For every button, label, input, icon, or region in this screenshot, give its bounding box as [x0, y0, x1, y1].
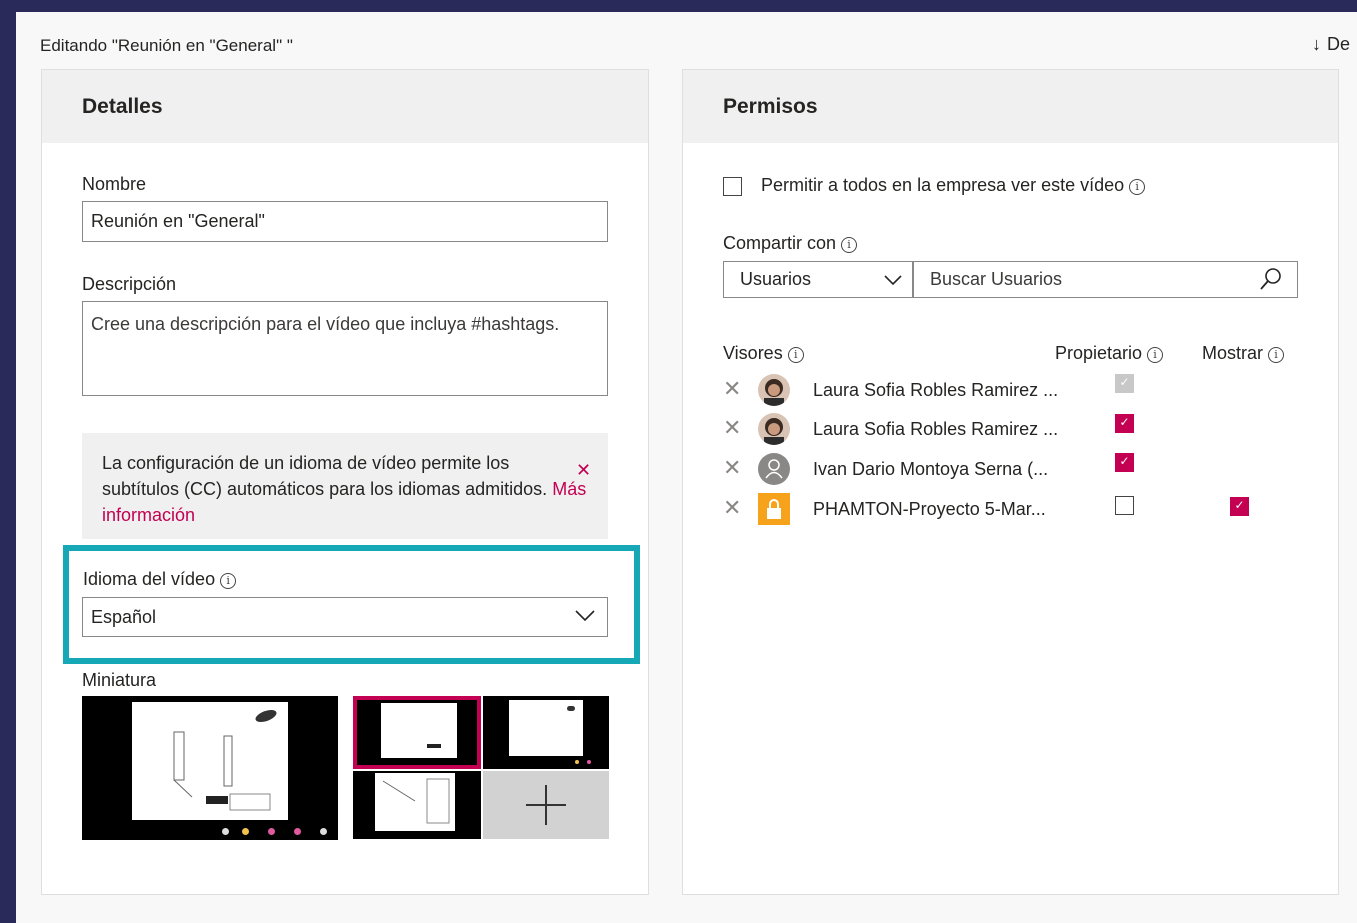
info-icon[interactable]: i [841, 237, 858, 253]
remove-viewer-icon[interactable]: ✕ [723, 457, 741, 479]
search-placeholder: Buscar Usuarios [930, 269, 1063, 289]
info-icon[interactable]: i [220, 573, 237, 589]
viewer-row: ✕ Laura Sofia Robles Ramirez ... ✓ [723, 369, 1303, 407]
language-notice: La configuración de un idioma de vídeo p… [82, 433, 608, 539]
allow-all-checkbox[interactable] [723, 177, 742, 196]
download-button[interactable]: ↓ De [1312, 34, 1350, 55]
thumbnail-label: Miniatura [82, 670, 157, 690]
show-header: Mostrar i [1202, 343, 1285, 364]
download-icon: ↓ [1312, 34, 1321, 54]
person-icon [758, 453, 790, 485]
thumbnail-option-2[interactable] [483, 696, 609, 769]
chevron-down-icon [575, 610, 595, 622]
share-type-select[interactable]: Usuarios [723, 261, 913, 298]
viewer-row: ✕ Ivan Dario Montoya Serna (... ✓ [723, 448, 1303, 486]
edit-video-page: Editando "Reunión en "General" " ↓ De Det… [16, 12, 1357, 923]
language-select[interactable]: Español [82, 597, 608, 637]
remove-viewer-icon[interactable]: ✕ [723, 417, 741, 439]
viewer-row: ✕ PHAMTON-Proyecto 5-Mar... ✓ [723, 488, 1303, 526]
thumbnail-option-3[interactable] [353, 771, 481, 839]
share-with-label: Compartir con i [723, 233, 858, 254]
owner-checkbox: ✓ [1115, 374, 1134, 393]
show-checkbox[interactable]: ✓ [1230, 497, 1249, 516]
remove-viewer-icon[interactable]: ✕ [723, 378, 741, 400]
allow-all-label: Permitir a todos en la empresa ver este … [761, 175, 1146, 196]
permissions-panel: Permisos Permitir a todos en la empresa … [682, 69, 1339, 895]
share-type-value: Usuarios [740, 269, 812, 289]
language-value: Español [91, 607, 157, 627]
download-label: De [1327, 34, 1351, 54]
description-label: Descripción [82, 274, 177, 294]
viewer-name: Laura Sofia Robles Ramirez ... [813, 380, 1059, 400]
thumbnail-option-1[interactable] [353, 696, 481, 769]
info-icon[interactable]: i [1129, 179, 1146, 195]
viewer-name: Laura Sofia Robles Ramirez ... [813, 419, 1059, 439]
search-icon[interactable] [1259, 267, 1283, 291]
drawing-sketch [173, 709, 277, 811]
avatar [758, 413, 790, 445]
thumbnail-main[interactable] [82, 696, 338, 840]
notice-close-icon[interactable]: ✕ [576, 460, 591, 481]
name-label: Nombre [82, 174, 147, 194]
details-panel: Detalles Nombre Descripción Cree una des… [41, 69, 649, 895]
remove-viewer-icon[interactable]: ✕ [723, 497, 741, 519]
viewers-header: Visores i [723, 343, 804, 364]
info-icon[interactable]: i [1147, 347, 1164, 363]
search-users-input[interactable]: Buscar Usuarios [913, 261, 1298, 298]
owner-checkbox[interactable]: ✓ [1115, 453, 1134, 472]
viewer-name: PHAMTON-Proyecto 5-Mar... [813, 499, 1046, 519]
details-header: Detalles [42, 70, 648, 143]
info-icon[interactable]: i [1268, 347, 1285, 363]
add-thumbnail-button[interactable] [483, 771, 609, 839]
permissions-header: Permisos [683, 70, 1338, 143]
chevron-down-icon [884, 275, 902, 286]
owner-checkbox[interactable]: ✓ [1115, 414, 1134, 433]
viewer-name: Ivan Dario Montoya Serna (... [813, 459, 1049, 479]
avatar [758, 374, 790, 406]
info-icon[interactable]: i [787, 347, 804, 363]
owner-header: Propietario i [1055, 343, 1164, 364]
description-textarea[interactable]: Cree una descripción para el vídeo que i… [82, 301, 608, 396]
name-input[interactable] [82, 201, 608, 242]
viewer-row: ✕ Laura Sofia Robles Ramirez ... ✓ [723, 408, 1303, 446]
language-label: Idioma del vídeo i [83, 569, 237, 590]
owner-checkbox[interactable] [1115, 496, 1134, 515]
lock-icon [758, 493, 790, 525]
page-title: Editando "Reunión en "General" " [40, 36, 293, 55]
notice-text: La configuración de un idioma de vídeo p… [102, 453, 548, 499]
